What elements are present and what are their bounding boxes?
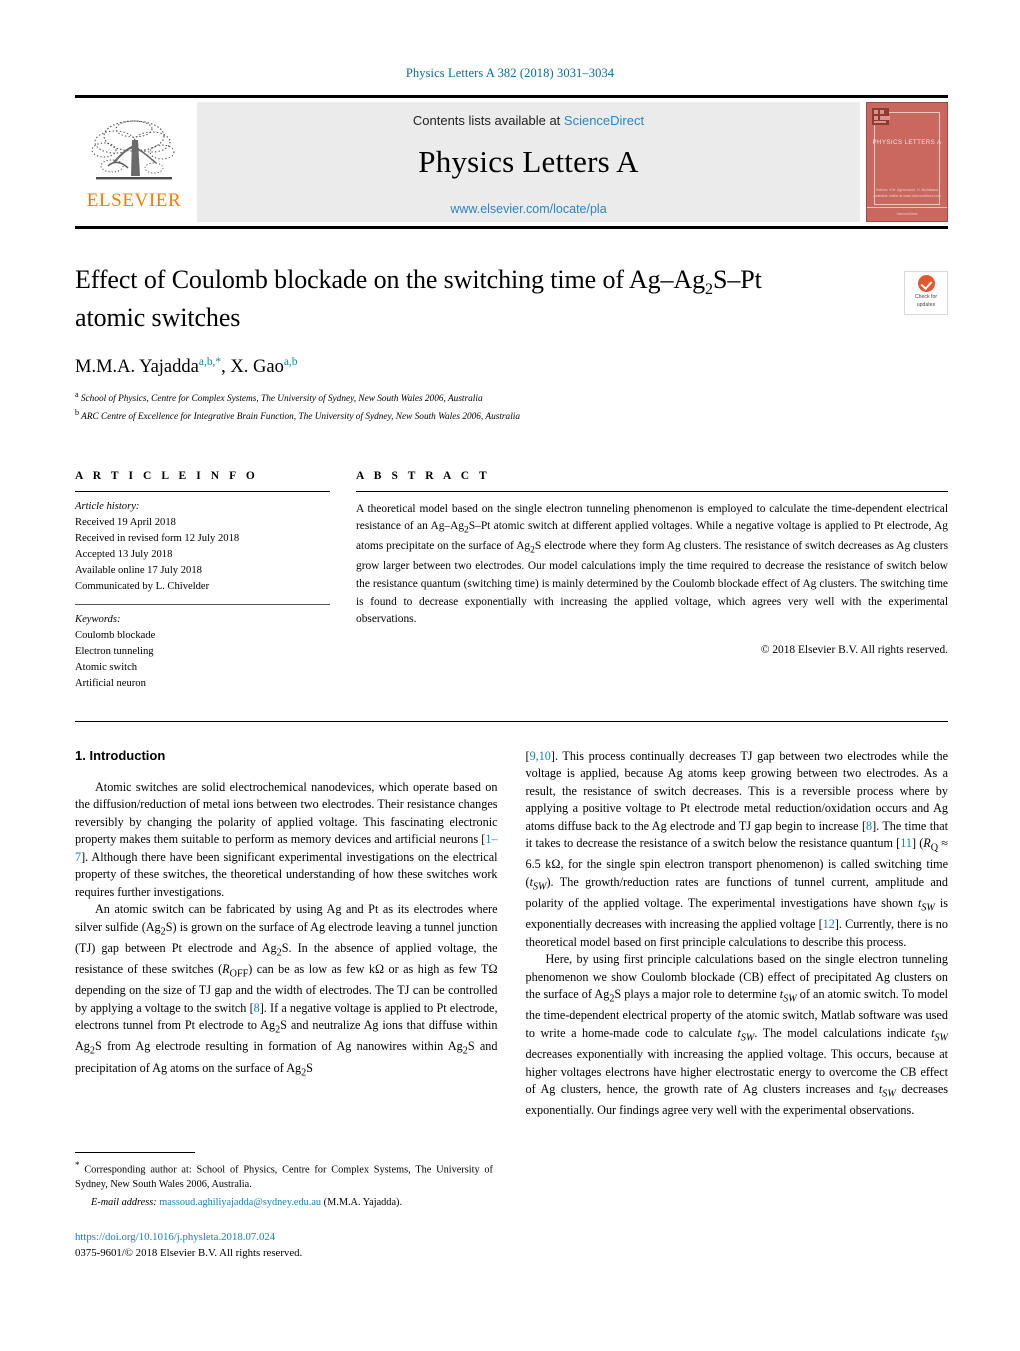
body-separator-rule	[75, 720, 948, 722]
elsevier-logo: ELSEVIER	[75, 98, 193, 226]
keywords-block: Keywords: Coulomb blockade Electron tunn…	[75, 605, 330, 692]
title-subscript: 2	[704, 281, 713, 299]
sciencedirect-link[interactable]: ScienceDirect	[564, 113, 644, 128]
abstract-text: A theoretical model based on the single …	[356, 502, 948, 626]
author-name-2: X. Gao	[230, 357, 284, 378]
crossmark-icon	[917, 275, 935, 292]
affiliation-list: a School of Physics, Centre for Complex …	[75, 389, 948, 425]
keyword-item: Coulomb blockade	[75, 630, 156, 642]
email-owner: (M.M.A. Yajadda).	[323, 1197, 403, 1209]
cover-logo-chip	[872, 108, 890, 125]
paper-page: Physics Letters A 382 (2018) 3031–3034 E…	[0, 0, 1020, 1351]
journal-banner: Contents lists available at ScienceDirec…	[197, 102, 860, 222]
cover-footer-line2: Available online at www.sciencedirect.co…	[873, 193, 941, 198]
affiliation-item: b ARC Centre of Excellence for Integrati…	[75, 407, 948, 425]
abstract-column: A B S T R A C T A theoretical model base…	[356, 470, 948, 693]
affiliation-mark-a: a	[75, 390, 79, 400]
body-paragraph: [9,10]. This process continually decreas…	[525, 748, 949, 949]
history-item: Communicated by L. Chivelder	[75, 580, 210, 592]
title-part-2: S–Pt	[712, 265, 762, 294]
corresponding-author-star[interactable]: *	[215, 356, 221, 368]
issn-copyright-line: 0375-9601/© 2018 Elsevier B.V. All right…	[75, 1247, 303, 1260]
author-1-marks: a,b,	[198, 356, 216, 369]
affiliation-text-a: School of Physics, Centre for Complex Sy…	[80, 394, 483, 405]
body-paragraph: Atomic switches are solid electrochemica…	[75, 779, 498, 899]
keyword-item: Atomic switch	[75, 662, 138, 674]
article-info-heading: A R T I C L E I N F O	[75, 469, 259, 482]
footnote-block: * Corresponding author at: School of Phy…	[75, 1152, 493, 1262]
body-paragraph: Here, by using first principle calculati…	[525, 952, 949, 1118]
footnote-star: *	[75, 1160, 80, 1170]
page-title: Effect of Coulomb blockade on the switch…	[75, 263, 775, 334]
journal-cover-thumbnail[interactable]: PHYSICS LETTERS A Editors: V.M. Agranovi…	[866, 102, 948, 222]
journal-url-link[interactable]: www.elsevier.com/locate/pla	[450, 202, 606, 216]
email-link[interactable]: massoud.aghiliyajadda@sydney.edu.au	[159, 1197, 321, 1208]
title-block: Effect of Coulomb blockade on the switch…	[75, 263, 948, 426]
title-part-1: Effect of Coulomb blockade on the switch…	[75, 265, 705, 294]
running-head: Physics Letters A 382 (2018) 3031–3034	[405, 66, 615, 80]
cover-band: ScienceDirect	[867, 207, 947, 221]
crossmark-line2: updates	[916, 301, 936, 308]
keywords-label: Keywords:	[75, 614, 121, 626]
elsevier-wordmark: ELSEVIER	[86, 190, 182, 211]
crossmark-line1: Check for	[914, 294, 938, 300]
body-column-right: [9,10]. This process continually decreas…	[526, 748, 949, 1120]
section-heading-introduction: 1. Introduction	[75, 747, 166, 763]
elsevier-tree-icon	[91, 120, 175, 180]
abstract-heading: A B S T R A C T	[356, 469, 491, 482]
footnote-rule	[75, 1152, 195, 1153]
history-item: Available online 17 July 2018	[75, 564, 202, 576]
body-column-left: 1. Introduction Atomic switches are soli…	[75, 748, 498, 1120]
crossmark-badge[interactable]: Check for updates	[904, 271, 948, 315]
email-note: E-mail address: massoud.aghiliyajadda@sy…	[75, 1196, 493, 1211]
abstract-copyright: © 2018 Elsevier B.V. All rights reserved…	[760, 643, 948, 656]
author-2-affiliation-marks: a,b	[283, 356, 298, 369]
keyword-item: Artificial neuron	[75, 678, 146, 690]
journal-title: Physics Letters A	[418, 144, 639, 179]
info-abstract-region: A R T I C L E I N F O Article history: R…	[75, 470, 948, 693]
article-history-label: Article history:	[75, 500, 140, 512]
contents-available-line: Contents lists available at ScienceDirec…	[413, 113, 644, 128]
corresponding-author-text: Corresponding author at: School of Physi…	[75, 1164, 493, 1191]
contents-prefix: Contents lists available at	[412, 113, 564, 128]
history-item: Received in revised form 12 July 2018	[75, 532, 240, 544]
doi-link[interactable]: https://doi.org/10.1016/j.physleta.2018.…	[75, 1229, 493, 1245]
affiliation-item: a School of Physics, Centre for Complex …	[75, 389, 948, 407]
body-columns: 1. Introduction Atomic switches are soli…	[75, 748, 948, 1120]
corresponding-author-note: * Corresponding author at: School of Phy…	[75, 1159, 493, 1193]
affiliation-text-b: ARC Centre of Excellence for Integrative…	[81, 412, 521, 423]
history-item: Accepted 13 July 2018	[75, 548, 173, 560]
article-info-column: A R T I C L E I N F O Article history: R…	[75, 470, 330, 693]
author-list: M.M.A. Yajaddaa,b,*, X. Gaoa,b	[75, 356, 298, 378]
keyword-item: Electron tunneling	[75, 646, 154, 658]
journal-masthead: ELSEVIER Contents lists available at Sci…	[75, 95, 948, 229]
author-1-affiliation-marks: a,b,*	[199, 356, 221, 368]
email-label: E-mail address:	[91, 1197, 157, 1209]
cover-title: PHYSICS LETTERS A	[872, 139, 942, 146]
article-history: Article history: Received 19 April 2018 …	[75, 492, 330, 605]
cover-footer: Editors: V.M. Agranovich, H. Nishikawa A…	[867, 188, 947, 199]
affiliation-mark-b: b	[75, 408, 79, 418]
history-item: Received 19 April 2018	[75, 516, 176, 528]
body-paragraph: An atomic switch can be fabricated by us…	[75, 902, 498, 1078]
title-part-3: atomic switches	[75, 302, 241, 332]
author-name-1: M.M.A. Yajadda	[75, 357, 199, 378]
doi-block: https://doi.org/10.1016/j.physleta.2018.…	[75, 1229, 493, 1261]
cover-footer-line1: Editors: V.M. Agranovich, H. Nishikawa	[876, 188, 938, 193]
